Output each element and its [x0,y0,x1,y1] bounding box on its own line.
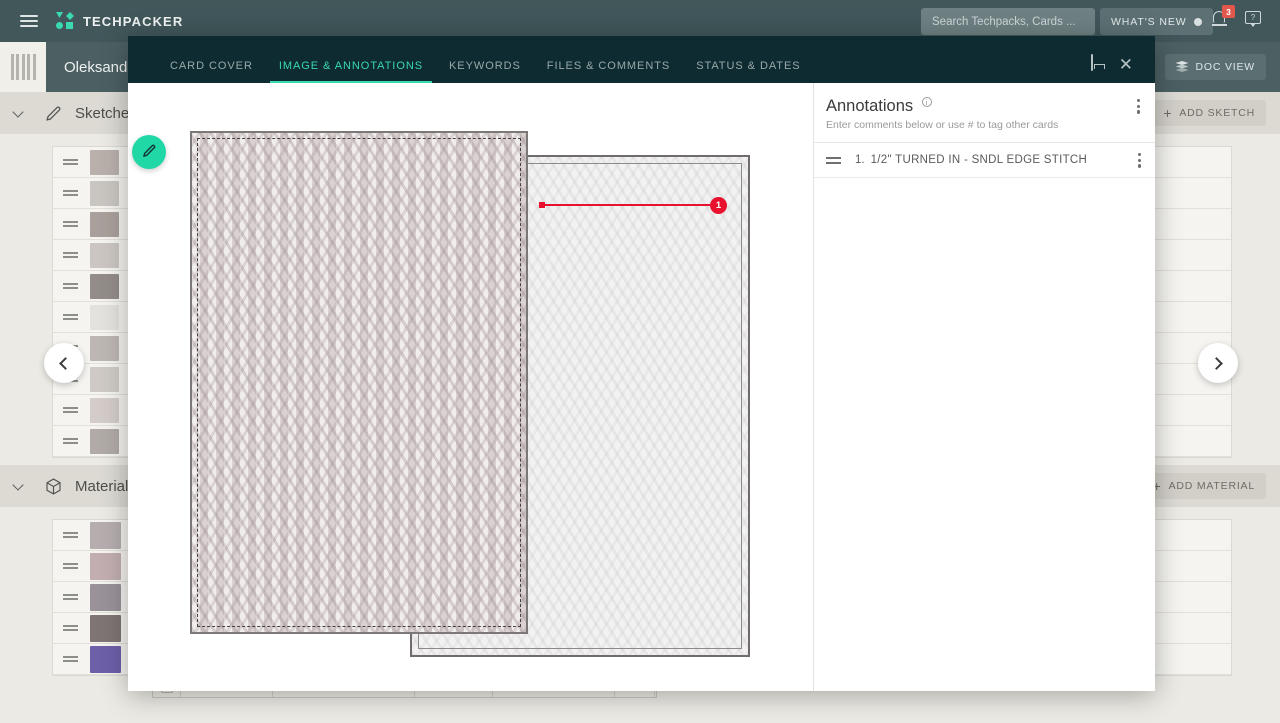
annotation-leader-line [539,201,710,208]
brand-logo[interactable]: TECHPACKER [56,12,183,30]
hamburger-menu-icon[interactable] [20,12,38,30]
drag-handle-icon[interactable] [63,249,78,261]
materials-collapse-chevron-down-icon[interactable] [14,481,24,491]
info-icon[interactable]: i [921,97,932,107]
row-thumbnail[interactable] [90,335,119,361]
previous-card-button[interactable] [44,343,84,383]
thumbnail-sketch-icon [10,54,36,80]
tab-image-annotations[interactable]: IMAGE & ANNOTATIONS [266,60,436,83]
layers-icon [1175,61,1189,73]
card-detail-modal: CARD COVER IMAGE & ANNOTATIONS KEYWORDS FIL… [128,36,1155,691]
drag-handle-icon[interactable] [63,560,78,572]
notifications-button[interactable]: 3 [1211,5,1235,26]
drag-handle-icon[interactable] [63,218,78,230]
annotations-hint: Enter comments below or use # to tag oth… [826,119,1059,132]
chevron-right-icon [1210,356,1223,370]
row-thumbnail[interactable] [90,211,119,237]
help-glyph: ? [1250,13,1256,22]
drag-handle-icon[interactable] [63,156,78,168]
row-thumbnail[interactable] [90,149,119,175]
row-thumbnail[interactable] [90,180,119,206]
notification-count-badge: 3 [1222,5,1235,18]
brand-name: TECHPACKER [83,13,184,29]
drag-handle-icon[interactable] [63,622,78,634]
whats-new-label: WHAT'S NEW [1111,15,1187,28]
modal-tab-bar: CARD COVER IMAGE & ANNOTATIONS KEYWORDS FIL… [157,36,814,83]
drag-handle-icon[interactable] [63,653,78,665]
annotation-marker-1[interactable]: 1 [710,197,727,214]
row-thumbnail[interactable] [90,645,121,673]
kebab-icon [1137,153,1141,168]
row-thumbnail[interactable] [90,304,119,330]
close-button[interactable]: ✕ [1119,56,1133,73]
drag-handle-icon[interactable] [63,591,78,603]
annotation-number: 1. [855,154,865,167]
annotations-panel-header: Annotations i Enter comments below or us… [814,83,1155,144]
cube-icon [44,477,63,496]
search-input[interactable] [921,8,1095,35]
kebab-icon [1136,99,1140,114]
row-thumbnail[interactable] [90,521,121,549]
drag-handle-icon[interactable] [63,311,78,323]
sketches-collapse-chevron-down-icon[interactable] [14,108,24,118]
techpacker-logo-icon [56,12,76,30]
drag-handle-icon[interactable] [826,155,841,167]
pencil-icon [141,143,157,162]
add-material-button[interactable]: + ADD MATERIAL [1141,473,1266,499]
edit-image-button[interactable] [132,135,166,169]
annotations-overflow-menu-button[interactable] [1136,99,1140,114]
tab-status-dates[interactable]: STATUS & DATES [683,60,813,83]
materials-section-label: Materials [75,477,136,495]
save-button[interactable] [1091,54,1093,71]
whats-new-dot-icon [1193,17,1202,26]
save-icon [1091,54,1093,71]
whats-new-button[interactable]: WHAT'S NEW [1100,8,1213,35]
annotation-overflow-menu-button[interactable] [1137,153,1141,168]
row-thumbnail[interactable] [90,397,119,423]
page-title: Oleksand [64,58,128,76]
drag-handle-icon[interactable] [63,187,78,199]
add-material-label: ADD MATERIAL [1168,480,1255,492]
help-button[interactable]: ? [1245,11,1261,27]
doc-view-label: DOC VIEW [1195,61,1255,73]
techpack-thumbnail[interactable] [0,42,46,92]
tab-files-comments[interactable]: FILES & COMMENTS [534,60,683,83]
drag-handle-icon[interactable] [63,529,78,541]
drag-handle-icon[interactable] [63,404,78,416]
annotation-text: 1/2" TURNED IN - SNDL EDGE STITCH [870,154,1088,167]
row-thumbnail[interactable] [90,428,119,454]
row-thumbnail[interactable] [90,552,121,580]
row-thumbnail[interactable] [90,614,121,642]
modal-body: 1 Annotations i Enter comments below or … [128,83,1155,691]
drag-handle-icon[interactable] [63,435,78,447]
row-thumbnail[interactable] [90,583,121,611]
row-thumbnail[interactable] [90,273,119,299]
annotations-title: Annotations [826,97,914,116]
row-thumbnail[interactable] [90,242,119,268]
modal-header: CARD COVER IMAGE & ANNOTATIONS KEYWORDS FIL… [128,36,1155,83]
annotations-list: 1. 1/2" TURNED IN - SNDL EDGE STITCH [814,143,1155,179]
row-thumbnail[interactable] [90,366,119,392]
image-annotation-canvas[interactable]: 1 [128,83,813,691]
add-sketch-label: ADD SKETCH [1179,107,1255,119]
drag-handle-icon[interactable] [63,280,78,292]
add-sketch-button[interactable]: + ADD SKETCH [1152,100,1266,126]
chevron-left-icon [59,356,72,370]
annotations-panel: Annotations i Enter comments below or us… [813,83,1155,691]
fabric-swatch-front [190,131,528,634]
sketch-image [156,103,784,665]
pencil-icon [44,104,63,123]
doc-view-button[interactable]: DOC VIEW [1164,54,1266,80]
help-icon: ? [1245,11,1261,27]
next-card-button[interactable] [1198,343,1238,383]
tab-keywords[interactable]: KEYWORDS [436,60,534,83]
plus-icon: + [1163,105,1173,121]
annotation-item[interactable]: 1. 1/2" TURNED IN - SNDL EDGE STITCH [814,143,1155,179]
tab-card-cover[interactable]: CARD COVER [157,60,266,83]
